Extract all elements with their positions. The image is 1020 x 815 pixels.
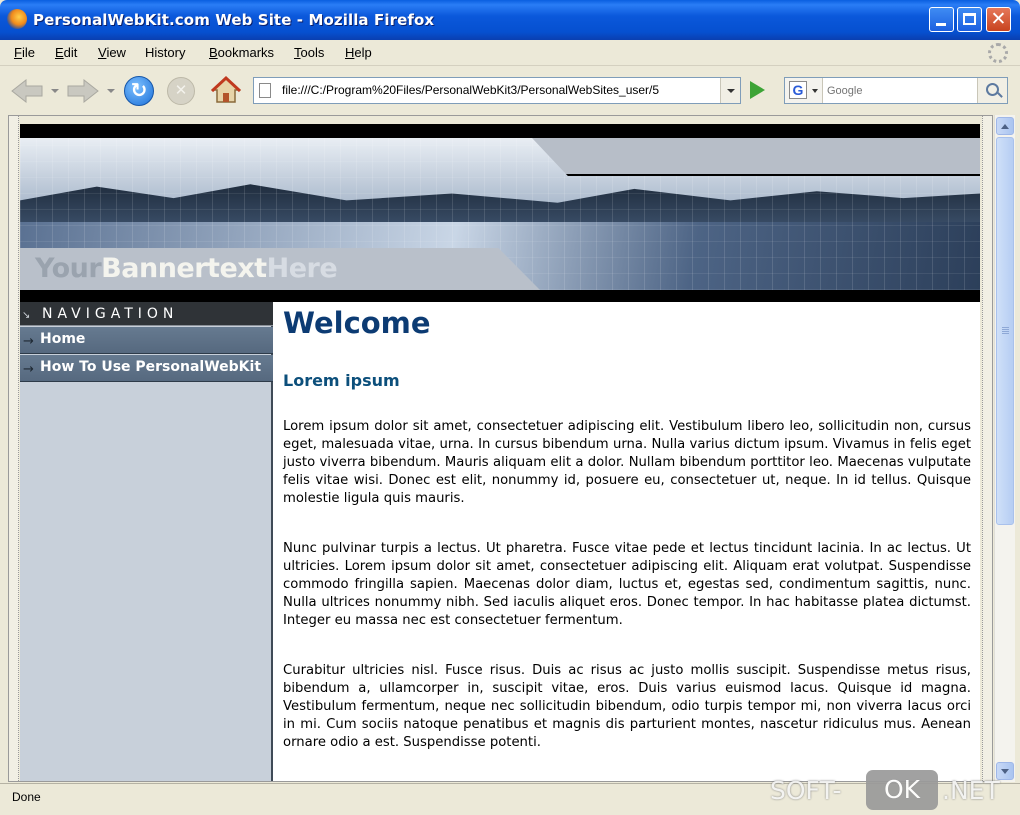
scroll-thumb[interactable] — [996, 137, 1014, 525]
close-icon: ✕ — [990, 8, 1007, 30]
menu-file[interactable]: File — [14, 45, 35, 60]
watermark-badge: OK — [866, 770, 938, 810]
page-margin-right — [982, 116, 992, 781]
scroll-up-button[interactable] — [996, 117, 1014, 135]
website: YourBannertextHere ↘ Navigation → Home →… — [20, 124, 980, 781]
arrow-right-icon: → — [23, 334, 34, 349]
maximize-icon — [963, 13, 976, 25]
minimize-button[interactable] — [929, 7, 954, 32]
menu-view[interactable]: View — [98, 45, 126, 60]
url-text[interactable]: file:///C:/Program%20Files/PersonalWebKi… — [282, 83, 714, 97]
address-bar[interactable]: file:///C:/Program%20Files/PersonalWebKi… — [253, 77, 741, 104]
status-text: Done — [12, 790, 41, 804]
forward-history-dropdown[interactable] — [107, 89, 115, 93]
paragraph: Curabitur ultricies nisl. Fusce risus. D… — [283, 663, 971, 750]
menu-help[interactable]: Help — [345, 45, 372, 60]
home-icon[interactable] — [211, 75, 241, 105]
search-icon[interactable] — [977, 78, 1007, 103]
navigation-toolbar: file:///C:/Program%20Files/PersonalWebKi… — [0, 67, 1020, 113]
minimize-icon — [936, 23, 946, 26]
go-arrow-icon[interactable] — [750, 81, 765, 99]
firefox-logo-icon — [7, 9, 27, 29]
close-button[interactable]: ✕ — [986, 7, 1011, 32]
section-heading: Lorem ipsum — [283, 371, 400, 390]
watermark-part: SOFT- — [770, 776, 842, 805]
watermark-part: .NET — [942, 776, 1000, 805]
activity-throbber-icon — [988, 43, 1008, 63]
nav-item-home[interactable]: → Home — [20, 327, 273, 354]
nav-item-label[interactable]: How To Use PersonalWebKit — [40, 359, 261, 375]
window-title-bar[interactable]: PersonalWebKit.com Web Site - Mozilla Fi… — [0, 0, 1020, 40]
menu-bookmarks[interactable]: Bookmarks — [209, 45, 274, 60]
window-title: PersonalWebKit.com Web Site - Mozilla Fi… — [33, 11, 435, 29]
url-history-dropdown[interactable] — [720, 78, 740, 103]
sidebar: ↘ Navigation → Home → How To Use Persona… — [20, 302, 273, 781]
search-input[interactable] — [827, 82, 975, 100]
site-top-bar — [20, 124, 980, 138]
page-title: Welcome — [283, 306, 431, 340]
back-history-dropdown[interactable] — [51, 89, 59, 93]
search-engine-selector[interactable]: G — [785, 78, 823, 103]
nav-item-label[interactable]: Home — [40, 331, 85, 347]
page-icon — [259, 83, 271, 98]
search-bar: G — [784, 77, 1008, 104]
menu-tools[interactable]: Tools — [294, 45, 324, 60]
back-arrow-icon[interactable] — [10, 79, 44, 103]
site-banner: YourBannertextHere — [20, 138, 980, 290]
navigation-header: ↘ Navigation — [20, 302, 273, 326]
banner-bottom-bar — [20, 290, 980, 302]
banner-text: YourBannertextHere — [35, 253, 338, 284]
menu-edit[interactable]: Edit — [55, 45, 77, 60]
forward-arrow-icon[interactable] — [66, 79, 100, 103]
reload-icon[interactable] — [124, 76, 154, 106]
menu-bar: File Edit View History Bookmarks Tools H… — [0, 40, 1020, 66]
paragraph: Nunc pulvinar turpis a lectus. Ut pharet… — [283, 541, 971, 628]
page-viewport: YourBannertextHere ↘ Navigation → Home →… — [8, 115, 993, 782]
stop-icon[interactable] — [167, 77, 195, 105]
vertical-scrollbar[interactable] — [994, 115, 1015, 782]
corner-arrow-icon: ↘ — [22, 310, 31, 321]
main-content: Welcome Lorem ipsum Lorem ipsum dolor si… — [275, 302, 980, 781]
navigation-header-label: Navigation — [42, 306, 179, 322]
page-margin-left — [9, 116, 19, 781]
chevron-down-icon — [812, 89, 818, 93]
banner-panel-top-right — [532, 138, 980, 176]
google-icon: G — [789, 81, 807, 99]
paragraph: Lorem ipsum dolor sit amet, consectetuer… — [283, 419, 971, 506]
arrow-right-icon: → — [23, 362, 34, 377]
nav-item-how-to-use[interactable]: → How To Use PersonalWebKit — [20, 355, 273, 382]
menu-history[interactable]: History — [145, 45, 185, 60]
maximize-button[interactable] — [957, 7, 982, 32]
